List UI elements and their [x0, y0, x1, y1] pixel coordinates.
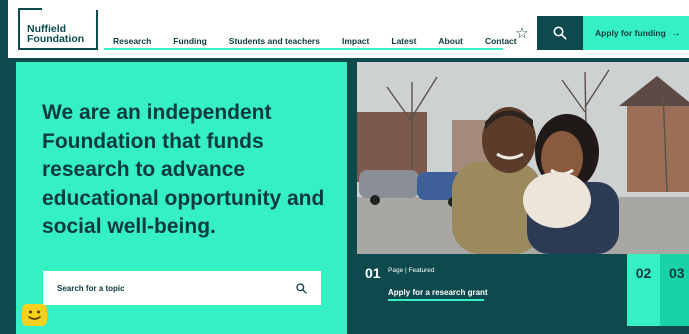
nuffield-foundation-logo[interactable]: Nuffield Foundation — [18, 8, 98, 50]
slide-tab-03[interactable]: 03 — [660, 254, 689, 326]
hero-panel: We are an independent Foundation that fu… — [16, 62, 347, 334]
featured-photo-couple — [357, 62, 689, 254]
apply-research-grant-link[interactable]: Apply for a research grant — [388, 288, 488, 297]
slide-number-03: 03 — [669, 265, 685, 281]
header-search-button[interactable] — [537, 16, 583, 50]
star-icon[interactable]: ☆ — [511, 22, 533, 44]
logo-frame — [18, 8, 42, 10]
topic-search-input[interactable]: Search for a topic — [43, 271, 321, 305]
topic-search-placeholder: Search for a topic — [57, 283, 125, 293]
search-icon[interactable] — [296, 282, 307, 294]
nav-underline — [104, 48, 503, 50]
hero-title: We are an independent Foundation that fu… — [42, 101, 325, 238]
featured-link-underline — [388, 299, 484, 301]
logo-line-2: Foundation — [27, 33, 85, 45]
slide-number-02: 02 — [635, 265, 652, 281]
apply-for-funding-button[interactable]: Apply for funding → — [583, 16, 689, 50]
featured-slide: 01 Page | Featured Apply for a research … — [357, 254, 627, 334]
featured-kicker: Page | Featured — [388, 267, 435, 274]
slide-tab-02[interactable]: 02 — [627, 254, 660, 326]
slide-number-current: 01 — [365, 265, 381, 281]
apply-for-funding-label: Apply for funding — [595, 28, 666, 38]
arrow-right-icon: → — [670, 27, 681, 39]
search-icon — [553, 26, 567, 40]
helper-widget-icon[interactable] — [22, 304, 47, 326]
